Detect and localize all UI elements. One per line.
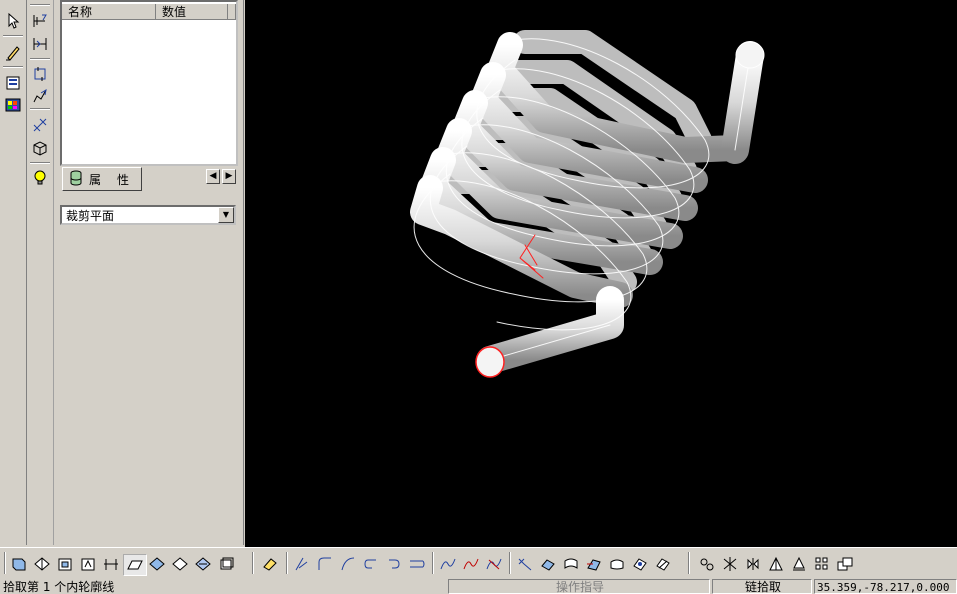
sketch-pencil-icon[interactable] — [2, 42, 24, 64]
constraint-icon[interactable] — [29, 33, 51, 55]
status-bar: 拾取第 1 个内轮廓线 操作指导 链拾取 35.359,-78.217,0.00… — [0, 578, 957, 594]
clip-plane-select[interactable]: 裁剪平面 ▼ — [60, 205, 236, 225]
view-right-icon[interactable] — [54, 554, 76, 574]
column-header-name[interactable]: 名称 — [62, 4, 156, 20]
database-icon — [69, 170, 83, 189]
line-tool-icon[interactable] — [291, 554, 313, 574]
view-front-icon[interactable] — [8, 554, 30, 574]
copy-window-icon[interactable] — [834, 554, 856, 574]
tab-label-b: 性 — [117, 172, 130, 187]
curve-tool-icon[interactable] — [337, 554, 359, 574]
element-list-icon[interactable] — [2, 72, 24, 94]
tab-properties[interactable]: 属 性 — [62, 167, 142, 191]
cube-box-icon[interactable] — [29, 137, 51, 159]
tab-scroll-right-button[interactable]: ▶ — [222, 169, 236, 184]
arc-tool-icon[interactable] — [314, 554, 336, 574]
fillet-icon[interactable] — [360, 554, 382, 574]
3d-viewport[interactable] — [245, 0, 957, 547]
view-iso-icon[interactable] — [100, 554, 122, 574]
surface-offset-icon[interactable] — [629, 554, 651, 574]
surface-revolve-icon[interactable] — [537, 554, 559, 574]
symmetry-icon[interactable] — [765, 554, 787, 574]
spring-model[interactable] — [245, 0, 957, 547]
status-coordinates: 35.359,-78.217,0.000 — [814, 579, 957, 594]
status-operation-hint: 操作指导 — [448, 579, 710, 594]
point-snap-icon[interactable] — [696, 554, 718, 574]
view-left-icon[interactable] — [77, 554, 99, 574]
tab-scroll-left-button[interactable]: ◀ — [206, 169, 220, 184]
bspline-icon[interactable] — [460, 554, 482, 574]
select-arrow-icon[interactable] — [2, 10, 24, 32]
column-header-value[interactable]: 数值 — [156, 4, 228, 20]
loop-icon[interactable] — [29, 63, 51, 85]
plane-zx-icon[interactable] — [169, 554, 191, 574]
column-header-spacer — [228, 4, 236, 20]
array-icon[interactable] — [811, 554, 833, 574]
intersect-icon[interactable] — [719, 554, 741, 574]
property-grid[interactable]: 名称 数值 — [60, 0, 238, 166]
view-top-icon[interactable] — [31, 554, 53, 574]
trim-icon[interactable] — [406, 554, 428, 574]
status-pick-mode[interactable]: 链拾取 — [712, 579, 812, 594]
surface-trim-icon[interactable] — [652, 554, 674, 574]
color-palette-icon[interactable] — [2, 94, 24, 116]
light-bulb-icon[interactable] — [29, 167, 51, 189]
edit-curve-icon[interactable] — [29, 85, 51, 107]
clip-plane-select-value: 裁剪平面 — [66, 209, 115, 223]
panel-tab-bar: 属 性 ◀ ▶ — [60, 167, 240, 191]
left-toolbar — [0, 0, 27, 545]
left-toolbar-2 — [27, 0, 54, 545]
bottom-toolbar — [0, 547, 957, 577]
plane-xy-icon[interactable] — [123, 554, 147, 576]
conic-icon[interactable] — [483, 554, 505, 574]
plane-offset-icon[interactable] — [215, 554, 237, 574]
dimension-icon[interactable] — [29, 10, 51, 32]
scale-icon[interactable] — [788, 554, 810, 574]
surface-sweep-icon[interactable] — [560, 554, 582, 574]
chamfer-icon[interactable] — [383, 554, 405, 574]
plane-custom-icon[interactable] — [192, 554, 214, 574]
axis-icon[interactable] — [29, 114, 51, 136]
plane-yz-icon[interactable] — [146, 554, 168, 574]
surface-extrude-icon[interactable] — [514, 554, 536, 574]
eraser-icon[interactable] — [259, 554, 281, 574]
tab-label-a: 属 — [89, 172, 102, 187]
status-prompt: 拾取第 1 个内轮廓线 — [3, 580, 115, 594]
surface-loft-icon[interactable] — [583, 554, 605, 574]
surface-blend-icon[interactable] — [606, 554, 628, 574]
mirror-icon[interactable] — [742, 554, 764, 574]
chevron-down-icon[interactable]: ▼ — [218, 207, 234, 223]
spline-icon[interactable] — [437, 554, 459, 574]
